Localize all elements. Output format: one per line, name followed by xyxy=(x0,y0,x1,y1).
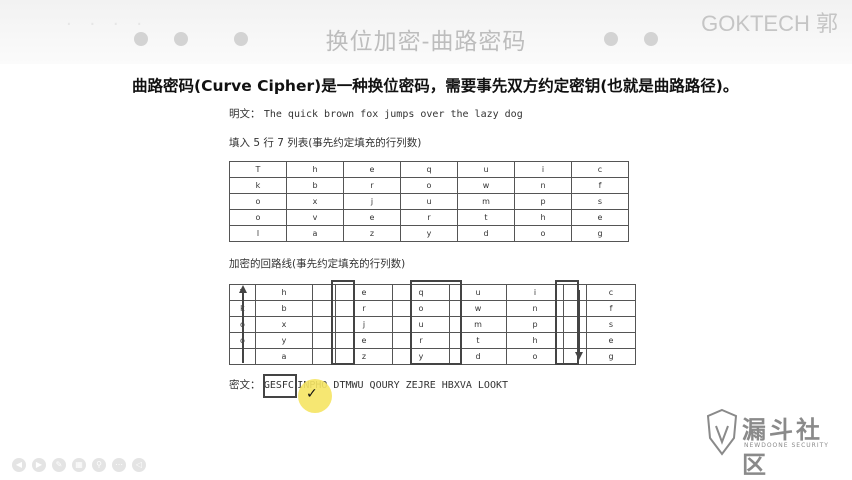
grid-cell: u xyxy=(400,193,458,210)
grid-row: oxjumps xyxy=(229,193,629,210)
prev-icon[interactable]: ◀ xyxy=(12,458,26,472)
shield-logo-icon xyxy=(706,408,738,456)
grid-cell: q xyxy=(400,161,458,178)
logo-subtitle: NEWDOONE SECURITY xyxy=(744,442,829,449)
grid-cell: d xyxy=(457,225,515,242)
grid-cell: i xyxy=(514,161,572,178)
search-icon[interactable]: ⚲ xyxy=(92,458,106,472)
route-note: 加密的回路线(事先约定填充的行列数) xyxy=(229,258,406,270)
grid-cell: t xyxy=(457,209,515,226)
player-controls: ◀ ▶ ✎ ▦ ⚲ ⋯ ◁ xyxy=(0,458,170,476)
grid-cell: f xyxy=(571,177,629,194)
fill-note: 填入 5 行 7 列表(事先约定填充的行列数) xyxy=(229,137,422,149)
route-up-line xyxy=(242,291,244,363)
route-segment xyxy=(410,280,462,365)
grid-cell: f xyxy=(586,300,636,317)
grid-row: overthe xyxy=(229,209,629,226)
ciphertext-label: 密文： xyxy=(229,379,261,391)
more-icon[interactable]: ⋯ xyxy=(112,458,126,472)
grid-cell: o xyxy=(514,225,572,242)
grid-cell: h xyxy=(286,161,344,178)
grid-cell: w xyxy=(457,177,515,194)
grid-cell: e xyxy=(571,209,629,226)
grid-cell: v xyxy=(286,209,344,226)
grid-cell: a xyxy=(255,348,313,365)
grid-cell: u xyxy=(457,161,515,178)
grid-cell: o xyxy=(229,193,287,210)
route-segment xyxy=(331,280,355,365)
route-down-line xyxy=(578,290,580,356)
grid-row: Thequic xyxy=(229,161,629,178)
grid-row: lazydog xyxy=(229,225,629,242)
grid-cell: r xyxy=(400,209,458,226)
grid-cell: a xyxy=(286,225,344,242)
plaintext-line: 明文： The quick brown fox jumps over the l… xyxy=(229,106,523,121)
grid-cell: h xyxy=(255,284,313,301)
grid-cell: r xyxy=(343,177,401,194)
grid-cell: h xyxy=(514,209,572,226)
plaintext-value: The quick brown fox jumps over the lazy … xyxy=(263,109,523,120)
arrow-down-icon xyxy=(575,352,583,360)
grid-cell: n xyxy=(514,177,572,194)
grid-cell: o xyxy=(229,209,287,226)
grid-cell: x xyxy=(255,316,313,333)
grid-cell: c xyxy=(586,284,636,301)
grid-cell: e xyxy=(343,161,401,178)
grid-cell: c xyxy=(571,161,629,178)
grid-cell: o xyxy=(400,177,458,194)
arrow-up-icon xyxy=(239,285,247,293)
grid-row: kbrownf xyxy=(229,177,629,194)
grid-cell: s xyxy=(586,316,636,333)
grid-cell: l xyxy=(229,225,287,242)
grid-cell: e xyxy=(586,332,636,349)
grid-cell: b xyxy=(286,177,344,194)
next-icon[interactable]: ▶ xyxy=(32,458,46,472)
grid-cell: p xyxy=(514,193,572,210)
grid-cell: g xyxy=(586,348,636,365)
back-icon[interactable]: ◁ xyxy=(132,458,146,472)
grid-cell: y xyxy=(255,332,313,349)
grid-cell: s xyxy=(571,193,629,210)
grid-cell: b xyxy=(255,300,313,317)
logo: 漏斗社区 NEWDOONE SECURITY xyxy=(706,408,838,479)
grid-cell: e xyxy=(343,209,401,226)
grid-cell: T xyxy=(229,161,287,178)
grid-cell: g xyxy=(571,225,629,242)
slides-icon[interactable]: ▦ xyxy=(72,458,86,472)
ciphertext-first-box xyxy=(263,374,297,398)
grid-cell: m xyxy=(457,193,515,210)
pen-icon[interactable]: ✎ xyxy=(52,458,66,472)
grid-cell: j xyxy=(343,193,401,210)
fill-grid: Thequickbrownfoxjumpsoverthelazydog xyxy=(229,161,629,242)
grid-cell: y xyxy=(400,225,458,242)
checkmark-icon: ✓ xyxy=(306,386,318,402)
grid-cell: k xyxy=(229,177,287,194)
plaintext-label: 明文： xyxy=(229,108,261,120)
grid-cell: z xyxy=(343,225,401,242)
intro-text: 曲路密码(Curve Cipher)是一种换位密码，需要事先双方约定密钥(也就是… xyxy=(132,77,739,95)
brand-watermark: GOKTECH 郭 xyxy=(701,11,838,36)
grid-cell: x xyxy=(286,193,344,210)
